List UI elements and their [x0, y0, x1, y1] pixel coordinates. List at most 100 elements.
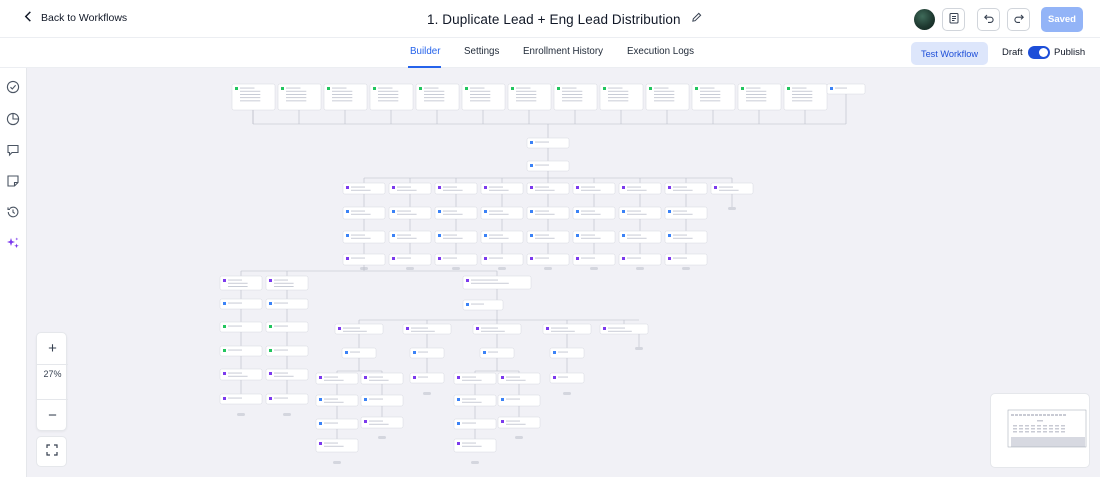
- workflow-node[interactable]: [219, 298, 263, 310]
- workflow-node[interactable]: [219, 275, 263, 291]
- workflow-node[interactable]: [480, 230, 524, 244]
- sticky-note-icon[interactable]: [6, 174, 20, 188]
- workflow-node[interactable]: [434, 182, 478, 195]
- undo-button[interactable]: [977, 8, 1000, 31]
- workflow-node[interactable]: [664, 253, 708, 266]
- workflow-node[interactable]: [549, 372, 585, 384]
- workflow-node[interactable]: [342, 182, 386, 195]
- workflow-node[interactable]: [388, 230, 432, 244]
- workflow-node[interactable]: [342, 253, 386, 266]
- history-icon[interactable]: [6, 205, 20, 219]
- workflow-node[interactable]: [219, 345, 263, 357]
- saved-button[interactable]: Saved: [1041, 7, 1083, 32]
- workflow-node[interactable]: [388, 253, 432, 266]
- redo-button[interactable]: [1007, 8, 1030, 31]
- workflow-node[interactable]: [480, 253, 524, 266]
- fit-view-button[interactable]: [36, 436, 67, 467]
- workflow-node[interactable]: [341, 347, 377, 359]
- minimap[interactable]: [990, 393, 1090, 468]
- workflow-node[interactable]: [645, 83, 690, 111]
- workflow-node[interactable]: [315, 372, 359, 385]
- workflow-node[interactable]: [453, 372, 497, 385]
- workflow-node[interactable]: [618, 182, 662, 195]
- workflow-node[interactable]: [664, 230, 708, 244]
- tab-builder[interactable]: Builder: [410, 46, 441, 57]
- workflow-node[interactable]: [549, 347, 585, 359]
- workflow-node[interactable]: [265, 321, 309, 333]
- workflow-node[interactable]: [461, 83, 506, 111]
- workflow-node[interactable]: [472, 323, 522, 335]
- workflow-node[interactable]: [664, 206, 708, 220]
- workflow-node[interactable]: [710, 182, 754, 195]
- workflow-node[interactable]: [526, 182, 570, 195]
- workflow-node[interactable]: [572, 206, 616, 220]
- workflow-node[interactable]: [360, 372, 404, 385]
- workflow-node[interactable]: [219, 393, 263, 405]
- workflow-node[interactable]: [434, 206, 478, 220]
- workflow-node[interactable]: [737, 83, 782, 111]
- workflow-node[interactable]: [453, 418, 497, 430]
- tab-execution-logs[interactable]: Execution Logs: [627, 46, 694, 57]
- workflow-node[interactable]: [462, 275, 532, 290]
- workflow-node[interactable]: [826, 83, 866, 95]
- workflow-node[interactable]: [553, 83, 598, 111]
- workflow-node[interactable]: [265, 345, 309, 357]
- tab-enrollment-history[interactable]: Enrollment History: [523, 46, 603, 57]
- workflow-node[interactable]: [265, 275, 309, 291]
- workflow-node[interactable]: [497, 416, 541, 429]
- workflow-node[interactable]: [618, 253, 662, 266]
- workflow-node[interactable]: [618, 206, 662, 220]
- workflow-node[interactable]: [219, 368, 263, 381]
- workflow-node[interactable]: [402, 323, 452, 335]
- workflow-node[interactable]: [334, 323, 384, 335]
- publish-toggle[interactable]: [1028, 46, 1050, 59]
- workflow-node[interactable]: [219, 321, 263, 333]
- workflow-node[interactable]: [265, 393, 309, 405]
- workflow-node[interactable]: [664, 182, 708, 195]
- zoom-out-button[interactable]: −: [37, 400, 68, 430]
- workflow-node[interactable]: [265, 298, 309, 310]
- workflow-node[interactable]: [526, 253, 570, 266]
- workflow-node[interactable]: [342, 230, 386, 244]
- workflow-node[interactable]: [691, 83, 736, 111]
- workflow-node[interactable]: [315, 438, 359, 453]
- workflow-node[interactable]: [415, 83, 460, 111]
- workflow-node[interactable]: [360, 416, 404, 429]
- workflow-node[interactable]: [323, 83, 368, 111]
- workflow-node[interactable]: [479, 347, 515, 359]
- workflow-node[interactable]: [388, 206, 432, 220]
- user-avatar[interactable]: [914, 9, 935, 30]
- workflow-node[interactable]: [231, 83, 276, 111]
- workflow-node[interactable]: [526, 230, 570, 244]
- workflow-canvas[interactable]: [26, 68, 1100, 477]
- tab-settings[interactable]: Settings: [464, 46, 499, 57]
- workflow-node[interactable]: [462, 299, 504, 311]
- workflow-node[interactable]: [497, 372, 541, 385]
- check-circle-icon[interactable]: [6, 80, 20, 94]
- workflow-node[interactable]: [507, 83, 552, 111]
- workflow-node[interactable]: [526, 160, 570, 172]
- comment-icon[interactable]: [6, 143, 20, 157]
- pie-chart-icon[interactable]: [6, 112, 20, 126]
- workflow-diagram[interactable]: [27, 68, 1100, 477]
- pencil-icon[interactable]: [691, 10, 702, 28]
- workflow-node[interactable]: [480, 182, 524, 195]
- workflow-node[interactable]: [526, 206, 570, 220]
- workflow-node[interactable]: [783, 83, 828, 111]
- notes-button[interactable]: [942, 8, 965, 31]
- workflow-node[interactable]: [409, 372, 445, 384]
- workflow-node[interactable]: [599, 83, 644, 111]
- workflow-node[interactable]: [409, 347, 445, 359]
- workflow-node[interactable]: [265, 368, 309, 381]
- workflow-node[interactable]: [526, 137, 570, 149]
- workflow-node[interactable]: [342, 206, 386, 220]
- workflow-node[interactable]: [599, 323, 649, 335]
- workflow-node[interactable]: [360, 394, 404, 407]
- workflow-node[interactable]: [572, 230, 616, 244]
- workflow-node[interactable]: [572, 253, 616, 266]
- workflow-node[interactable]: [277, 83, 322, 111]
- workflow-node[interactable]: [369, 83, 414, 111]
- workflow-node[interactable]: [434, 230, 478, 244]
- workflow-node[interactable]: [315, 418, 359, 430]
- back-to-workflows-link[interactable]: Back to Workflows: [23, 11, 127, 25]
